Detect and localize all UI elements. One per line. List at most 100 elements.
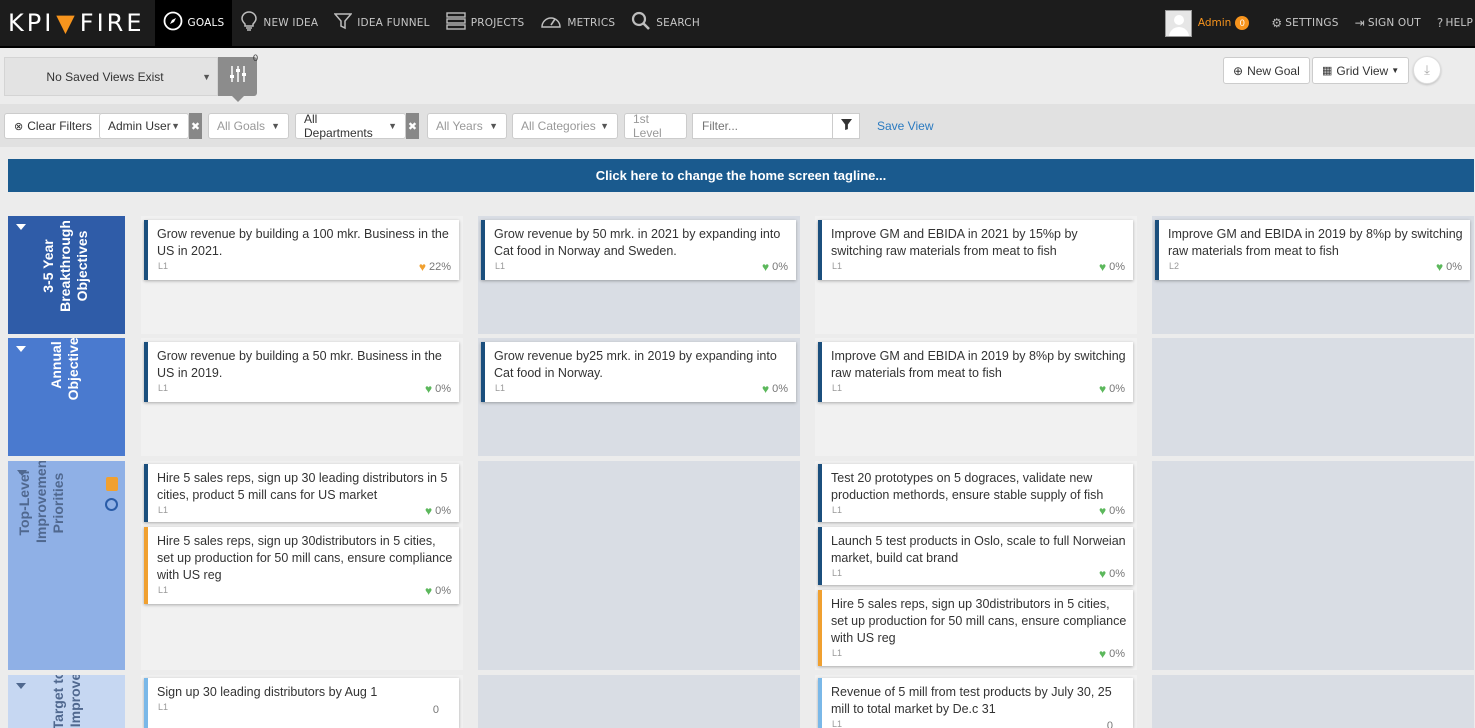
goal-progress: ♥ 0% xyxy=(425,584,451,598)
row-label-annual-text: Annual Objectives xyxy=(48,338,82,410)
saved-views-select[interactable]: No Saved Views Exist ▼ xyxy=(4,57,218,96)
download-button[interactable]: ⤓ xyxy=(1413,56,1441,84)
clear-user-filter-button[interactable]: ✖ xyxy=(189,113,202,139)
heart-icon: ♥ xyxy=(1098,647,1107,661)
apply-filter-button[interactable] xyxy=(832,113,860,139)
level-filter-select[interactable]: 1st Level xyxy=(624,112,687,140)
categories-filter-select[interactable]: All Categories ▼ xyxy=(512,113,618,139)
target-icon[interactable] xyxy=(105,498,118,511)
nav-metrics[interactable]: METRICS xyxy=(532,0,623,47)
saved-views-label: No Saved Views Exist xyxy=(46,69,164,84)
grid-cell xyxy=(1152,675,1474,728)
row-label-line: Priorities xyxy=(50,472,66,534)
goal-progress: ♥ 0% xyxy=(1099,647,1125,661)
clear-filters-label: Clear Filters xyxy=(27,119,92,133)
avatar[interactable] xyxy=(1164,9,1192,37)
years-filter-value: All Years xyxy=(436,119,483,133)
chevron-down-icon: ▼ xyxy=(202,71,211,82)
nav-new-idea-label: NEW IDEA xyxy=(263,17,319,29)
nav-new-idea[interactable]: NEW IDEA xyxy=(232,0,326,47)
plus-circle-icon: ⊕ xyxy=(1233,63,1244,78)
collapse-toggle-icon[interactable] xyxy=(16,346,26,352)
row-label-line: 3-5 Year xyxy=(40,239,56,293)
goal-progress: ♥ 0% xyxy=(425,382,451,396)
grid-cell xyxy=(1152,461,1474,670)
goal-card[interactable]: Sign up 30 leading distributors by Aug 1… xyxy=(144,678,459,728)
years-filter-select[interactable]: All Years ▼ xyxy=(427,113,507,139)
goal-title: Grow revenue by 50 mrk. in 2021 by expan… xyxy=(494,227,781,258)
collapse-toggle-icon[interactable] xyxy=(16,224,26,230)
grid-view-dropdown[interactable]: ▦ Grid View ▼ xyxy=(1312,57,1410,84)
goal-card[interactable]: Hire 5 sales reps, sign up 30distributor… xyxy=(818,590,1133,666)
nav-help-label: HELP xyxy=(1445,17,1473,29)
new-goal-button[interactable]: ⊕ New Goal xyxy=(1223,57,1310,84)
goal-card[interactable]: Revenue of 5 mill from test products by … xyxy=(818,678,1133,728)
goal-card[interactable]: Grow revenue by building a 100 mkr. Busi… xyxy=(144,220,459,280)
nav-settings[interactable]: ⚙ SETTINGS xyxy=(1263,0,1346,47)
gear-icon: ⚙ xyxy=(1271,16,1283,30)
goal-card[interactable]: Grow revenue by25 mrk. in 2019 by expand… xyxy=(481,342,796,402)
goal-title: Hire 5 sales reps, sign up 30distributor… xyxy=(157,534,453,582)
nav-goals[interactable]: GOALS xyxy=(154,0,233,47)
row-label-target: Target to Improve xyxy=(8,675,125,728)
departments-filter-select[interactable]: All Departments ▼ xyxy=(295,112,406,140)
goal-level: L1 xyxy=(158,261,169,271)
heart-icon: ♥ xyxy=(1098,504,1107,518)
user-filter-value: Admin User xyxy=(108,119,171,133)
chevron-down-icon: ▼ xyxy=(489,121,498,131)
clipboard-icon[interactable] xyxy=(106,477,118,491)
goal-card[interactable]: Hire 5 sales reps, sign up 30distributor… xyxy=(144,527,459,604)
goal-progress: ♥ 0% xyxy=(1099,260,1125,274)
goal-level: L1 xyxy=(832,261,843,271)
nav-sign-out[interactable]: ⇥ SIGN OUT xyxy=(1347,0,1429,47)
goal-level: L1 xyxy=(158,383,169,393)
goal-title: Hire 5 sales reps, sign up 30distributor… xyxy=(831,597,1127,645)
user-filter-select[interactable]: Admin User ▼ xyxy=(99,113,189,139)
admin-user-name[interactable]: Admin xyxy=(1198,17,1231,29)
nav-search[interactable]: SEARCH xyxy=(623,0,708,47)
grid-icon: ▦ xyxy=(1322,65,1333,77)
tagline-text: Click here to change the home screen tag… xyxy=(595,168,887,183)
gauge-icon xyxy=(540,12,562,34)
level-filter-value: 1st Level xyxy=(633,112,662,140)
clear-filters-button[interactable]: ⊗ Clear Filters xyxy=(4,113,102,139)
goal-progress-value: 0% xyxy=(1446,261,1462,273)
save-view-link[interactable]: Save View xyxy=(877,119,933,133)
goal-card[interactable]: Launch 5 test products in Oslo, scale to… xyxy=(818,527,1133,585)
goal-level: L1 xyxy=(832,648,843,658)
goal-level: L1 xyxy=(832,568,843,578)
clear-departments-filter-button[interactable]: ✖ xyxy=(406,113,419,139)
home-tagline-banner[interactable]: Click here to change the home screen tag… xyxy=(8,159,1474,192)
goal-card[interactable]: Hire 5 sales reps, sign up 30 leading di… xyxy=(144,464,459,522)
goal-progress: ♥ 0% xyxy=(425,504,451,518)
collapse-toggle-icon[interactable] xyxy=(16,683,26,689)
goal-card[interactable]: Improve GM and EBIDA in 2019 by 8%p by s… xyxy=(1155,220,1470,280)
notification-badge[interactable]: 0 xyxy=(1235,16,1250,30)
goal-card[interactable]: Improve GM and EBIDA in 2019 by 8%p by s… xyxy=(818,342,1133,402)
chevron-down-icon: ▼ xyxy=(171,121,180,131)
goal-card[interactable]: Grow revenue by building a 50 mkr. Busin… xyxy=(144,342,459,402)
goal-progress-value: 22% xyxy=(428,261,451,273)
goal-card[interactable]: Test 20 prototypes on 5 dograces, valida… xyxy=(818,464,1133,522)
goal-card[interactable]: Improve GM and EBIDA in 2021 by 15%p by … xyxy=(818,220,1133,280)
goals-filter-select[interactable]: All Goals ▼ xyxy=(208,113,289,139)
goal-card[interactable]: Grow revenue by 50 mrk. in 2021 by expan… xyxy=(481,220,796,280)
sliders-icon xyxy=(228,64,248,90)
nav-settings-label: SETTINGS xyxy=(1285,17,1339,29)
grid-cell xyxy=(478,461,800,670)
grid-view-label: Grid View xyxy=(1336,63,1389,78)
chevron-down-icon: ▼ xyxy=(388,121,397,131)
filter-text-input[interactable] xyxy=(692,113,833,139)
nav-help[interactable]: ? HELP xyxy=(1429,0,1475,47)
kpifire-logo[interactable]: KPI ▼ FIRE xyxy=(0,0,155,47)
grid-cell xyxy=(478,675,800,728)
nav-idea-funnel[interactable]: IDEA FUNNEL xyxy=(326,0,437,47)
funnel-icon xyxy=(840,119,852,133)
nav-projects[interactable]: PROJECTS xyxy=(438,0,533,47)
filter-settings-button[interactable] xyxy=(218,57,257,96)
collapse-toggle-icon[interactable] xyxy=(17,470,27,476)
search-icon xyxy=(631,11,651,35)
goal-progress-value: 0% xyxy=(772,261,788,273)
goal-level: L1 xyxy=(495,261,506,271)
goal-progress-value: 0% xyxy=(1109,568,1125,580)
